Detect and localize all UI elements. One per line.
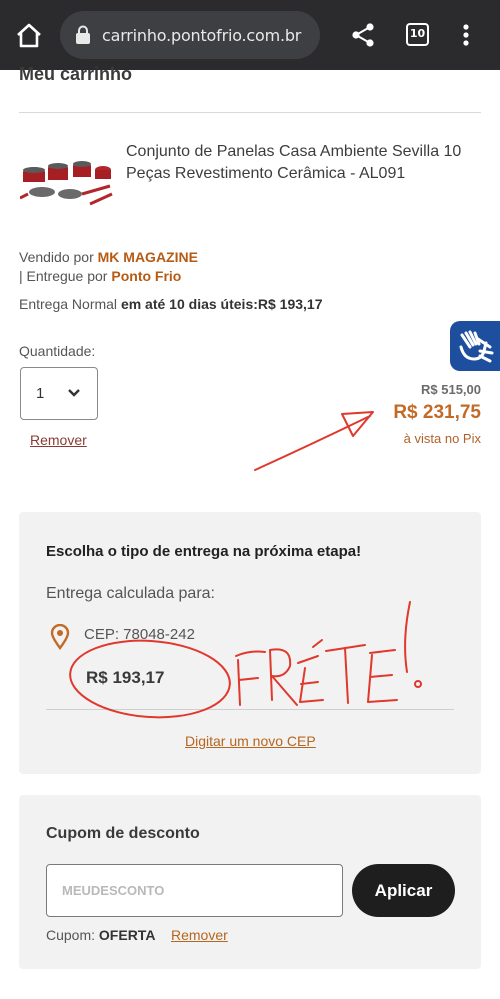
applied-coupon: Cupom: OFERTA <box>46 927 155 943</box>
apply-coupon-button[interactable]: Aplicar <box>352 864 455 917</box>
tab-switcher-button[interactable]: 10 <box>406 23 429 46</box>
address-bar[interactable]: carrinho.pontofrio.com.br <box>60 11 320 59</box>
remove-item-link[interactable]: Remover <box>30 432 87 448</box>
delivery-price: R$ 193,17 <box>257 296 323 312</box>
url-text: carrinho.pontofrio.com.br <box>102 26 302 45</box>
cart-title: Meu carrinho <box>19 64 133 84</box>
more-options-icon[interactable] <box>456 20 476 50</box>
coupon-input[interactable] <box>46 864 343 917</box>
quantity-label: Quantidade: <box>19 343 96 359</box>
deliverer-name: Ponto Frio <box>111 268 182 284</box>
product-name[interactable]: Conjunto de Panelas Casa Ambiente Sevill… <box>126 141 476 185</box>
quantity-value: 1 <box>36 385 45 402</box>
sign-language-icon <box>459 330 494 363</box>
shipping-title: Escolha o tipo de entrega na próxima eta… <box>46 543 362 560</box>
browser-toolbar: carrinho.pontofrio.com.br 10 <box>0 0 500 70</box>
original-price: R$ 515,00 <box>421 382 481 397</box>
delivered-by-label: | Entregue por <box>19 268 108 284</box>
delivery-info: Entrega Normal em até 10 dias úteis:R$ 1… <box>19 296 323 312</box>
coupon-card: Cupom de desconto Aplicar Cupom: OFERTA … <box>19 795 481 969</box>
home-icon[interactable] <box>14 20 44 50</box>
sold-by-label: Vendido por <box>19 249 94 265</box>
location-pin-icon <box>50 624 70 650</box>
lock-icon <box>76 25 90 44</box>
divider <box>19 112 481 113</box>
pix-price: R$ 231,75 <box>393 402 481 423</box>
shipping-card: Escolha o tipo de entrega na próxima eta… <box>19 512 481 774</box>
new-cep-link[interactable]: Digitar um novo CEP <box>185 733 316 749</box>
accessibility-libras-button[interactable] <box>450 321 500 371</box>
delivery-label: Entrega Normal <box>19 296 118 312</box>
shipping-calc-label: Entrega calculada para: <box>46 585 215 602</box>
quantity-select[interactable]: 1 <box>20 367 98 420</box>
seller-name: MK MAGAZINE <box>97 249 198 265</box>
arrow-head <box>341 411 374 437</box>
delivery-time: em até 10 dias úteis: <box>120 296 258 312</box>
applied-coupon-label: Cupom: <box>46 927 96 943</box>
product-image[interactable] <box>20 150 116 210</box>
price-note: à vista no Pix <box>403 431 481 446</box>
arrow-annotation <box>254 415 371 471</box>
applied-coupon-code: OFERTA <box>98 927 156 943</box>
shipping-price: R$ 193,17 <box>86 668 165 687</box>
chevron-down-icon <box>68 389 80 397</box>
remove-coupon-link[interactable]: Remover <box>171 927 228 943</box>
coupon-title: Cupom de desconto <box>46 825 200 842</box>
cep-text: CEP: 78048-242 <box>84 626 195 643</box>
divider <box>46 709 454 710</box>
seller-info: Vendido por MK MAGAZINE | Entregue por P… <box>19 248 198 286</box>
share-icon[interactable] <box>348 20 378 50</box>
